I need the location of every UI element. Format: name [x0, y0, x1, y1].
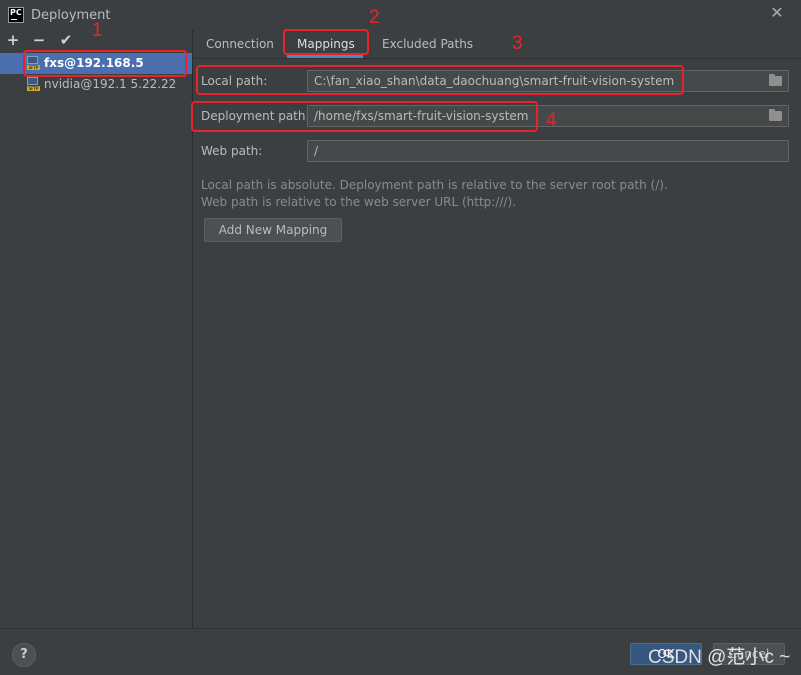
web-path-label: Web path: [201, 144, 263, 158]
annotation-number-1: 1 [92, 20, 103, 41]
annotation-box-4 [191, 101, 538, 132]
add-new-mapping-button[interactable]: Add New Mapping [204, 218, 342, 242]
annotation-box-local [196, 65, 684, 95]
server-item-label: nvidia@192.1 5.22.22 [44, 77, 177, 91]
annotation-box-1 [23, 50, 187, 77]
app-icon-text: PC [10, 8, 22, 17]
sftp-tag: SFTP [27, 86, 40, 91]
help-button[interactable]: ? [12, 643, 36, 667]
annotation-number-4: 4 [546, 110, 557, 131]
annotation-number-2: 2 [369, 7, 380, 28]
server-list-panel: + − ✔ SFTP fxs@192.168.5 SFTP nvidia@192… [0, 30, 193, 628]
close-icon[interactable]: ✕ [769, 5, 785, 21]
folder-icon[interactable] [769, 74, 782, 86]
annotation-number-3: 3 [512, 33, 523, 54]
title-bar: PC Deployment ✕ [0, 0, 801, 30]
tab-excluded-paths[interactable]: Excluded Paths [382, 37, 473, 51]
pycharm-app-icon: PC [8, 7, 24, 23]
apply-check-icon[interactable]: ✔ [58, 32, 74, 48]
active-tab-indicator [287, 55, 363, 58]
csdn-watermark: CSDN @范小c ~ [648, 647, 791, 668]
remove-server-icon[interactable]: − [31, 32, 47, 48]
web-path-value: / [314, 144, 319, 158]
folder-icon[interactable] [769, 109, 782, 121]
server-item-nvidia[interactable]: SFTP nvidia@192.1 5.22.22 [0, 74, 192, 95]
add-server-icon[interactable]: + [5, 32, 21, 48]
info-text-line1: Local path is absolute. Deployment path … [201, 178, 668, 192]
tab-connection[interactable]: Connection [206, 37, 274, 51]
annotation-box-2 [283, 29, 369, 55]
info-text-line2: Web path is relative to the web server U… [201, 195, 516, 209]
web-path-field[interactable]: / [307, 140, 789, 162]
sftp-server-icon: SFTP [27, 77, 40, 91]
